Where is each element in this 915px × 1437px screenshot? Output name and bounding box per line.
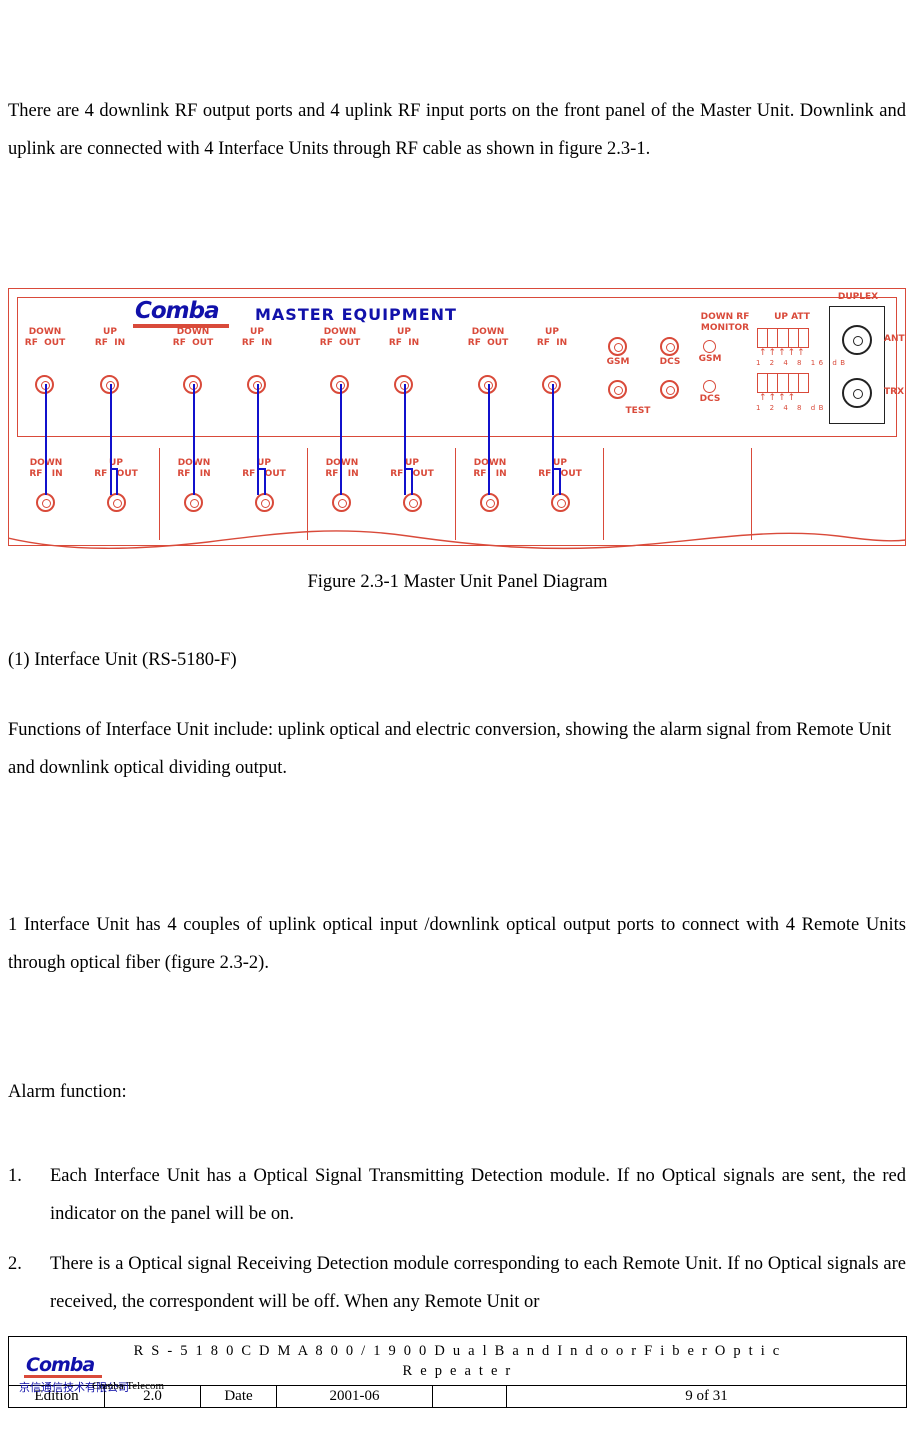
top-port-label-1: DOWN RF OUT bbox=[24, 327, 66, 348]
top-port-label-3: DOWN RF OUT bbox=[172, 327, 214, 348]
cable-7 bbox=[488, 384, 490, 495]
footer-logo-text: Comba bbox=[26, 1354, 95, 1376]
bottom-port-label-7: DOWN RF IN bbox=[473, 458, 507, 479]
bottom-connector-7 bbox=[480, 493, 499, 512]
att-dcs-arrows: ↑↑↑↑ bbox=[759, 393, 798, 403]
bottom-connector-6 bbox=[403, 493, 422, 512]
cable-5 bbox=[340, 384, 342, 495]
bottom-connector-2 bbox=[107, 493, 126, 512]
top-port-label-2: UP RF IN bbox=[94, 327, 126, 348]
alarm-list-item-1-text: Each Interface Unit has a Optical Signal… bbox=[50, 1166, 906, 1224]
up-att-label: UP ATT bbox=[774, 312, 810, 322]
alarm-list-item-1: 1. Each Interface Unit has a Optical Sig… bbox=[8, 1157, 906, 1233]
footer-logo-en: Comba Telecom bbox=[92, 1380, 165, 1392]
cable-2 bbox=[110, 384, 112, 495]
top-port-label-6: UP RF IN bbox=[388, 327, 420, 348]
footer-logo: Comba 京信通信技术有限公司 Comba Telecom bbox=[14, 1346, 209, 1401]
monitor-gsm-label: GSM bbox=[698, 354, 722, 364]
top-port-label-5: DOWN RF OUT bbox=[319, 327, 361, 348]
alarm-list-item-2-text: There is a Optical signal Receiving Dete… bbox=[50, 1254, 906, 1312]
bottom-connector-1 bbox=[36, 493, 55, 512]
couples-paragraph: 1 Interface Unit has 4 couples of uplink… bbox=[8, 915, 906, 973]
cable-2b bbox=[116, 468, 118, 495]
test-label-gsm: GSM bbox=[606, 357, 630, 367]
bottom-connector-5 bbox=[332, 493, 351, 512]
cable-6b bbox=[411, 468, 413, 495]
panel-brand-logo: Comba bbox=[135, 298, 220, 324]
panel-torn-edge bbox=[8, 530, 906, 550]
monitor-led-gsm bbox=[703, 340, 716, 353]
test-connector-dcs-lower bbox=[660, 380, 679, 399]
att-dcs-numbers: 1 2 4 8 dB bbox=[756, 404, 827, 412]
att-gsm-arrows: ↑↑↑↑↑ bbox=[759, 348, 807, 358]
panel-title: MASTER EQUIPMENT bbox=[255, 305, 457, 324]
cable-1 bbox=[45, 384, 47, 495]
att-dipswitch-gsm[interactable] bbox=[757, 328, 809, 348]
page-footer: R S - 5 1 8 0 C D M A 8 0 0 / 1 9 0 0 D … bbox=[0, 1336, 915, 1437]
top-port-label-8: UP RF IN bbox=[536, 327, 568, 348]
bottom-connector-8 bbox=[551, 493, 570, 512]
section-heading: (1) Interface Unit (RS-5180-F) bbox=[8, 650, 237, 670]
cable-8 bbox=[552, 384, 554, 495]
cable-4b bbox=[264, 468, 266, 495]
cable-8b bbox=[559, 468, 561, 495]
footer-date-value: 2001-06 bbox=[276, 1385, 433, 1408]
test-connector-dcs bbox=[660, 337, 679, 356]
bottom-port-label-5: DOWN RF IN bbox=[325, 458, 359, 479]
cable-6 bbox=[404, 384, 406, 495]
monitor-led-dcs bbox=[703, 380, 716, 393]
duplex-connector-trx bbox=[842, 378, 872, 408]
monitor-dcs-label: DCS bbox=[699, 394, 721, 404]
figure-caption: Figure 2.3-1 Master Unit Panel Diagram bbox=[307, 572, 608, 592]
alarm-function-heading: Alarm function: bbox=[8, 1082, 127, 1102]
top-port-label-4: UP RF IN bbox=[241, 327, 273, 348]
down-rf-monitor-label: DOWN RF MONITOR bbox=[700, 312, 750, 333]
att-dipswitch-dcs[interactable] bbox=[757, 373, 809, 393]
top-port-label-7: DOWN RF OUT bbox=[467, 327, 509, 348]
bottom-connector-3 bbox=[184, 493, 203, 512]
footer-date-label: Date bbox=[200, 1385, 277, 1408]
test-label: TEST bbox=[625, 406, 651, 416]
alarm-list-item-1-number: 1. bbox=[8, 1166, 22, 1186]
alarm-list-item-2-number: 2. bbox=[8, 1254, 22, 1274]
duplex-port-label-trx: TRX bbox=[884, 387, 905, 397]
document-page: There are 4 downlink RF output ports and… bbox=[0, 0, 915, 1437]
alarm-list-item-2: 2. There is a Optical signal Receiving D… bbox=[8, 1245, 906, 1321]
functions-paragraph: Functions of Interface Unit include: upl… bbox=[8, 720, 892, 778]
test-connector-gsm bbox=[608, 337, 627, 356]
cable-4 bbox=[257, 384, 259, 495]
footer-logo-underline bbox=[24, 1375, 102, 1378]
duplex-label: DUPLEX bbox=[837, 292, 879, 302]
test-connector-gsm-lower bbox=[608, 380, 627, 399]
intro-paragraph: There are 4 downlink RF output ports and… bbox=[8, 101, 906, 159]
duplex-connector-ant bbox=[842, 325, 872, 355]
duplex-port-label-ant: ANT bbox=[884, 334, 905, 344]
cable-3 bbox=[193, 384, 195, 495]
footer-blank-cell bbox=[432, 1385, 507, 1408]
bottom-connector-4 bbox=[255, 493, 274, 512]
footer-page-value: 9 of 31 bbox=[506, 1385, 907, 1408]
